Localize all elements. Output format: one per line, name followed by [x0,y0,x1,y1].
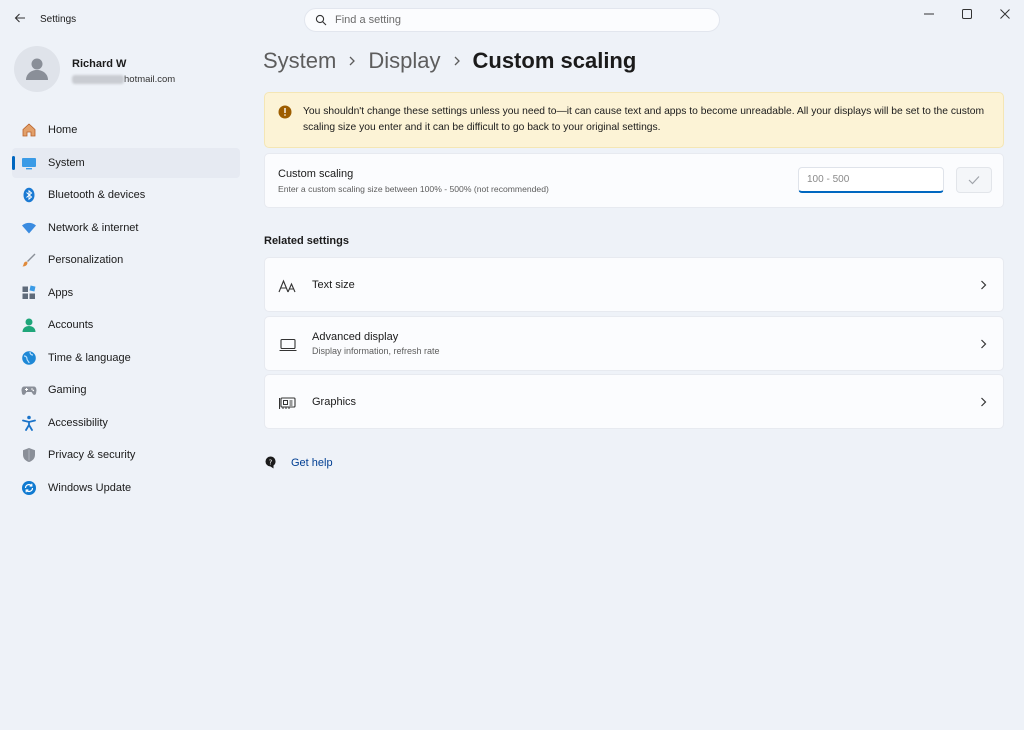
sidebar-item-windows-update[interactable]: Windows Update [12,473,240,503]
profile-email-domain: hotmail.com [124,74,176,85]
profile-email: hotmail.com [72,74,175,85]
maximize-icon [962,9,972,19]
custom-scaling-card: Custom scaling Enter a custom scaling si… [264,153,1004,208]
home-icon [20,121,38,139]
sidebar-item-privacy[interactable]: Privacy & security [12,440,240,470]
breadcrumb-system[interactable]: System [263,48,336,74]
text-size-icon [278,276,298,296]
search-icon [315,14,327,26]
sidebar-item-network[interactable]: Network & internet [12,213,240,243]
advanced-display-title: Advanced display [312,331,399,343]
sidebar-item-bluetooth[interactable]: Bluetooth & devices [12,180,240,210]
chevron-right-icon [977,396,989,408]
warning-icon [278,105,292,119]
globe-icon [20,349,38,367]
system-icon [20,154,38,172]
sidebar-item-gaming[interactable]: Gaming [12,375,240,405]
accounts-icon [20,316,38,334]
update-icon [20,479,38,497]
warning-banner: You shouldn't change these settings unle… [264,92,1004,148]
close-icon [1000,9,1010,19]
maximize-button[interactable] [948,0,986,28]
email-redaction [72,74,124,84]
brush-icon [20,251,38,269]
search-input[interactable] [335,14,695,26]
advanced-display-row[interactable]: Advanced display Display information, re… [264,316,1004,371]
search-box[interactable] [304,8,720,32]
monitor-icon [278,335,298,355]
sidebar-item-system[interactable]: System [12,147,240,178]
graphics-card-icon [278,393,298,413]
apps-icon [20,284,38,302]
wifi-icon [20,219,38,237]
text-size-title: Text size [312,279,355,291]
person-icon [26,58,48,80]
custom-scaling-title: Custom scaling [278,168,354,180]
apply-button[interactable] [956,167,992,193]
related-settings-heading: Related settings [264,235,349,247]
accessibility-icon [20,414,38,432]
svg-text:?: ? [269,459,273,467]
title-bar: Settings [0,0,1024,40]
graphics-row[interactable]: Graphics [264,374,1004,429]
chevron-right-icon [348,56,356,66]
profile-name: Richard W [72,58,127,70]
gamepad-icon [20,381,38,399]
advanced-display-subtitle: Display information, refresh rate [312,346,440,356]
close-button[interactable] [986,0,1024,28]
chevron-right-icon [453,56,461,66]
chevron-right-icon [977,279,989,291]
sidebar-item-home[interactable]: Home [12,115,240,145]
custom-scaling-description: Enter a custom scaling size between 100%… [278,184,549,194]
sidebar-item-accounts[interactable]: Accounts [12,310,240,340]
custom-scaling-input[interactable] [798,167,944,193]
sidebar-item-personalization[interactable]: Personalization [12,245,240,275]
chevron-right-icon [977,338,989,350]
minimize-button[interactable] [910,0,948,28]
sidebar-nav: Home System Bluetooth & devices Network … [12,115,240,505]
graphics-title: Graphics [312,396,357,408]
breadcrumb: System Display Custom scaling [263,46,636,76]
sidebar-item-time-language[interactable]: Time & language [12,343,240,373]
breadcrumb-display[interactable]: Display [368,48,440,74]
checkmark-icon [968,176,980,185]
window-controls [910,0,1024,28]
bluetooth-icon [20,186,38,204]
get-help-link[interactable]: ? Get help [264,455,333,470]
sidebar-item-apps[interactable]: Apps [12,278,240,308]
shield-icon [20,446,38,464]
back-button[interactable] [8,6,32,30]
app-title: Settings [40,14,77,25]
warning-text: You shouldn't change these settings unle… [303,106,985,133]
sidebar-item-accessibility[interactable]: Accessibility [12,408,240,438]
minimize-icon [924,13,934,15]
back-arrow-icon [14,13,25,23]
avatar [14,46,60,92]
user-profile[interactable]: Richard W hotmail.com [14,46,244,96]
help-icon: ? [265,456,276,469]
text-size-row[interactable]: Text size [264,257,1004,312]
page-title: Custom scaling [472,48,637,73]
get-help-label: Get help [291,456,333,469]
